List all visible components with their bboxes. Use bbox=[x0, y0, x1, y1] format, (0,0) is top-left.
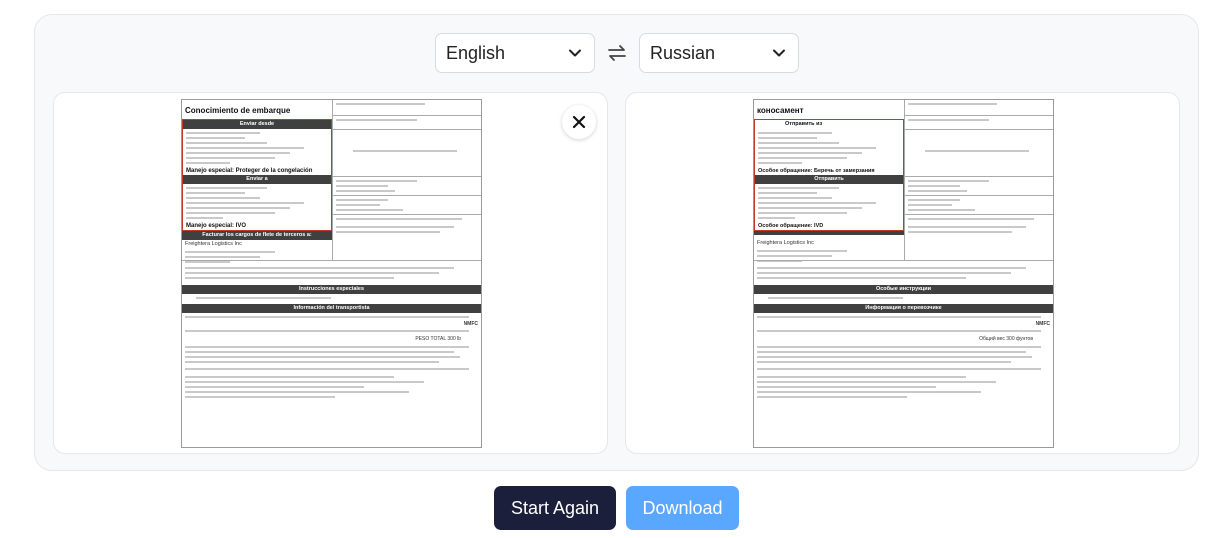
special-instructions-header: Особые инструкции bbox=[754, 285, 1053, 294]
doc-title: коносамент bbox=[757, 106, 804, 115]
translation-panel: English Russian Conocimiento de embarque… bbox=[34, 14, 1199, 471]
special-handling: Особое обращение: IVD bbox=[758, 223, 824, 229]
total-weight: PESO TOTAL 300 lb bbox=[415, 336, 461, 342]
swap-arrows-icon[interactable] bbox=[607, 43, 627, 63]
doc-right-column bbox=[904, 100, 1053, 260]
freight-charges-header: Facturar los cargos de flete de terceros… bbox=[182, 231, 332, 240]
close-icon bbox=[572, 115, 586, 129]
doc-lower-section: Instrucciones especiales Información del… bbox=[182, 260, 481, 401]
nmfc-label: NMFC bbox=[463, 321, 478, 327]
commodity-header: Информация о перевозчике bbox=[754, 304, 1053, 313]
ship-from-section: Отправить из Особое обращение: Беречь от… bbox=[754, 119, 904, 231]
source-document-card: Conocimiento de embarque Enviar desde Ma… bbox=[53, 92, 608, 454]
chevron-down-icon bbox=[569, 49, 581, 57]
doc-title: Conocimiento de embarque bbox=[185, 106, 291, 115]
ship-to-header: Enviar a bbox=[183, 175, 331, 184]
chevron-down-icon bbox=[773, 49, 785, 57]
target-language-select[interactable]: Russian bbox=[639, 33, 799, 73]
doc-lower-section: Особые инструкции Информация о перевозчи… bbox=[754, 260, 1053, 401]
ship-from-header: Отправить из bbox=[755, 120, 903, 129]
commodity-header: Información del transportista bbox=[182, 304, 481, 313]
source-language-value: English bbox=[446, 42, 506, 63]
doc-right-column bbox=[332, 100, 481, 260]
close-button[interactable] bbox=[562, 105, 596, 139]
total-weight: Общий вес 300 фунтов bbox=[979, 336, 1033, 342]
ship-from-section: Enviar desde Manejo especial: Proteger d… bbox=[182, 119, 332, 231]
ship-to-header: Отправить bbox=[755, 175, 903, 184]
nmfc-label: NMFC bbox=[1035, 321, 1050, 327]
start-again-button[interactable]: Start Again bbox=[494, 486, 616, 530]
special-instructions-header: Instrucciones especiales bbox=[182, 285, 481, 294]
download-button[interactable]: Download bbox=[626, 486, 739, 530]
source-document-preview: Conocimiento de embarque Enviar desde Ma… bbox=[181, 99, 482, 448]
source-language-select[interactable]: English bbox=[435, 33, 595, 73]
target-language-value: Russian bbox=[650, 42, 716, 63]
translated-document-preview: коносамент Отправить из Особое обращение… bbox=[753, 99, 1054, 448]
translated-document-card: коносамент Отправить из Особое обращение… bbox=[625, 92, 1180, 454]
special-handling: Manejo especial: IVO bbox=[186, 223, 247, 229]
ship-from-header: Enviar desde bbox=[183, 120, 331, 129]
special-handling: Особое обращение: Беречь от замерзания bbox=[758, 168, 875, 174]
special-handling: Manejo especial: Proteger de la congelac… bbox=[186, 168, 313, 174]
carrier-name: Freightera Logistics Inc bbox=[185, 241, 242, 247]
carrier-name: Freightera Logistics Inc bbox=[757, 240, 814, 246]
